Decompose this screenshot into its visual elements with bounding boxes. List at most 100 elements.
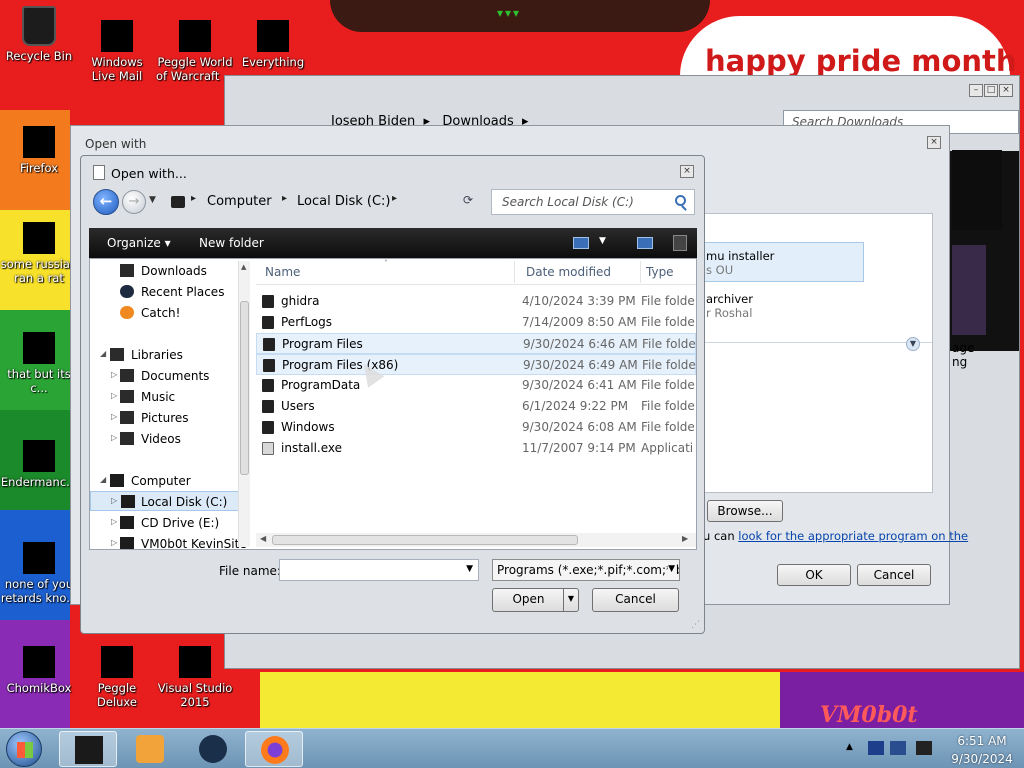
desktop-icon-chomikbox[interactable]: ChomikBox <box>0 646 78 695</box>
search-icon[interactable] <box>675 195 686 206</box>
organize-button[interactable]: Organize ▾ <box>107 236 171 250</box>
file-row[interactable]: Users 6/1/2024 9:22 PM File folde <box>256 396 696 417</box>
scroll-left-icon[interactable]: ◀ <box>260 534 266 543</box>
nav-item-recent-places[interactable]: Recent Places <box>90 282 250 302</box>
desktop-icon-peggle-wow[interactable]: Peggle World of Warcraft ... <box>156 20 234 83</box>
column-header-date[interactable]: Date modified <box>526 265 611 279</box>
nav-item-libraries[interactable]: ◢ Libraries <box>90 345 250 365</box>
desktop-icon-firefox[interactable]: Firefox <box>0 126 78 175</box>
scrollbar-thumb[interactable] <box>240 301 249 475</box>
desktop-icon-endermanc[interactable]: Endermanc... <box>0 440 78 489</box>
minimize-button[interactable]: – <box>969 84 983 97</box>
collapse-icon[interactable]: ◢ <box>100 475 106 484</box>
file-list-hscrollbar[interactable]: ◀ ▶ <box>256 533 696 547</box>
column-header-name[interactable]: Name <box>265 265 300 279</box>
column-separator[interactable] <box>514 261 515 283</box>
desktop-icon-windows-live-mail[interactable]: Windows Live Mail <box>78 20 156 83</box>
chevron-down-icon[interactable]: ▼ <box>668 564 675 574</box>
file-row[interactable]: install.exe 11/7/2007 9:14 PM Applicati <box>256 438 696 459</box>
desktop-icon-peggle-deluxe[interactable]: Peggle Deluxe <box>78 646 156 709</box>
browse-button[interactable]: Browse... <box>707 500 783 522</box>
breadcrumb-computer[interactable]: Computer <box>207 194 272 209</box>
expand-icon[interactable]: ▷ <box>111 538 117 547</box>
maximize-button[interactable]: □ <box>984 84 998 97</box>
views-icon[interactable] <box>573 237 589 249</box>
file-row[interactable]: ProgramData 9/30/2024 6:41 AM File folde <box>256 375 696 396</box>
file-type-filter[interactable]: Programs (*.exe;*.pif;*.com;*.ba ▼ <box>492 559 680 581</box>
clock[interactable]: 6:51 AM 9/30/2024 <box>940 729 1024 768</box>
desktop-icon-none-of-you[interactable]: none of you retards kno... <box>0 542 78 605</box>
nav-item-music[interactable]: ▷ Music <box>90 387 250 407</box>
refresh-icon[interactable]: ⟳ <box>463 193 473 207</box>
back-arrow-icon[interactable]: ← <box>93 189 119 215</box>
address-bar[interactable]: ▸ Computer ▸ Local Disk (C:) ▸ ▼ <box>163 189 520 215</box>
chevron-down-icon[interactable]: ▼ <box>906 337 920 351</box>
navigation-pane[interactable]: Downloads Recent Places Catch! ◢ Librari… <box>90 259 254 549</box>
nav-item-cd-drive[interactable]: ▷ CD Drive (E:) <box>90 513 250 533</box>
scroll-right-icon[interactable]: ▶ <box>682 534 688 543</box>
column-header-type[interactable]: Type <box>646 265 674 279</box>
taskbar-app-firefox[interactable] <box>245 731 303 767</box>
expand-icon[interactable]: ▷ <box>111 433 117 442</box>
breadcrumb-local-disk[interactable]: Local Disk (C:) <box>297 194 390 209</box>
file-row[interactable]: Program Files (x86) 9/30/2024 6:49 AM Fi… <box>256 354 696 375</box>
scroll-up-icon[interactable]: ▲ <box>241 263 246 271</box>
network-icon[interactable] <box>890 741 906 755</box>
taskbar-app-explorer[interactable] <box>59 731 117 767</box>
program-item[interactable]: mu installer s OU <box>706 249 866 277</box>
open-button[interactable]: Open ▼ <box>492 588 579 612</box>
nav-item-catch[interactable]: Catch! <box>90 303 250 323</box>
expand-icon[interactable]: ▷ <box>111 391 117 400</box>
preview-pane-icon[interactable] <box>637 237 653 249</box>
resize-grip-icon[interactable]: ⋰ <box>691 620 700 630</box>
program-item[interactable]: archiver r Roshal <box>706 292 866 320</box>
file-row[interactable]: Windows 9/30/2024 6:08 AM File folde <box>256 417 696 438</box>
nav-item-videos[interactable]: ▷ Videos <box>90 429 250 449</box>
breadcrumb-separator[interactable]: ▸ <box>282 193 287 204</box>
volume-icon[interactable] <box>916 741 932 755</box>
web-search-link[interactable]: look for the appropriate program on the <box>738 529 968 543</box>
desktop-icon-visual-studio[interactable]: Visual Studio 2015 <box>156 646 234 709</box>
nav-item-computer[interactable]: ◢ Computer <box>90 471 250 491</box>
taskbar-app-media-player[interactable] <box>121 731 179 767</box>
program-list[interactable]: mu installer s OU archiver r Roshal <box>703 213 933 493</box>
breadcrumb-separator[interactable]: ▸ <box>191 193 196 204</box>
breadcrumb-separator[interactable]: ▸ <box>392 193 397 204</box>
forward-arrow-icon[interactable]: → <box>122 190 146 214</box>
nav-item-network-drive[interactable]: ▷ VM0b0t KevinSite <box>90 534 250 549</box>
collapse-icon[interactable]: ◢ <box>100 349 106 358</box>
file-name-field[interactable]: ▼ <box>279 559 479 581</box>
nav-pane-scrollbar[interactable]: ▲ <box>238 261 250 547</box>
tray-app-icon[interactable] <box>868 741 884 755</box>
open-dropdown-icon[interactable]: ▼ <box>563 589 578 611</box>
new-folder-button[interactable]: New folder <box>199 236 264 250</box>
expand-icon[interactable]: ▷ <box>111 517 117 526</box>
nav-item-local-disk[interactable]: ▷ Local Disk (C:) <box>90 491 250 511</box>
desktop-icon-russian-rat[interactable]: some russian ran a rat <box>0 222 78 285</box>
close-button[interactable]: × <box>999 84 1013 97</box>
desktop-icon-that-but[interactable]: that but its c... <box>0 332 78 395</box>
column-separator[interactable] <box>640 261 641 283</box>
close-button[interactable]: × <box>680 165 694 178</box>
file-row[interactable]: Program Files 9/30/2024 6:46 AM File fol… <box>256 333 696 354</box>
ok-button[interactable]: OK <box>777 564 851 586</box>
desktop-icon-recycle-bin[interactable]: Recycle Bin <box>0 6 78 63</box>
chevron-down-icon[interactable]: ▼ <box>466 564 473 574</box>
nav-item-documents[interactable]: ▷ Documents <box>90 366 250 386</box>
file-row[interactable]: ghidra 4/10/2024 3:39 PM File folde <box>256 291 696 312</box>
nav-item-pictures[interactable]: ▷ Pictures <box>90 408 250 428</box>
file-row[interactable]: PerfLogs 7/14/2009 8:50 AM File folde <box>256 312 696 333</box>
cancel-button[interactable]: Cancel <box>592 588 679 612</box>
cancel-button[interactable]: Cancel <box>857 564 931 586</box>
start-button[interactable] <box>6 731 42 767</box>
search-input[interactable]: Search Local Disk (C:) <box>491 189 695 215</box>
close-button[interactable]: × <box>927 136 941 149</box>
help-icon[interactable] <box>673 235 687 251</box>
expand-icon[interactable]: ▷ <box>111 412 117 421</box>
show-hidden-icons-icon[interactable]: ▲ <box>846 742 853 752</box>
scrollbar-thumb[interactable] <box>272 535 578 545</box>
expand-icon[interactable]: ▷ <box>111 370 117 379</box>
nav-item-downloads[interactable]: Downloads <box>90 261 250 281</box>
expand-icon[interactable]: ▷ <box>111 496 117 505</box>
taskbar-app-globe[interactable] <box>184 731 242 767</box>
